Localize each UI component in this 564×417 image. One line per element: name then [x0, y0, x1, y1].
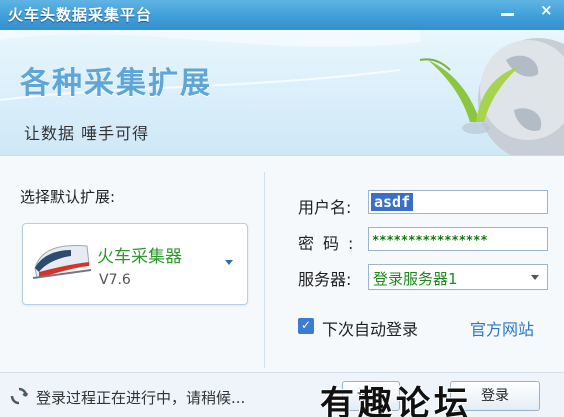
login-window: 火车头数据采集平台 × 各种采集扩展 让数据 唾手可得 选择默认扩展: 火车采集…: [0, 0, 564, 417]
extension-version: V7.6: [99, 272, 131, 288]
banner-divider: [0, 155, 564, 156]
loading-spinner-icon: [10, 387, 28, 405]
default-extension-label: 选择默认扩展:: [20, 188, 116, 206]
check-icon: ✓: [301, 318, 312, 332]
banner-headline: 各种采集扩展: [20, 66, 212, 101]
extension-name: 火车采集器: [97, 247, 182, 267]
server-value: 登录服务器1: [373, 270, 458, 288]
extension-selector[interactable]: 火车采集器 V7.6: [22, 223, 248, 305]
username-input[interactable]: asdf: [368, 190, 548, 214]
close-button[interactable]: ×: [530, 0, 564, 24]
minimize-button[interactable]: [490, 0, 524, 24]
server-label: 服务器:: [298, 270, 352, 289]
chevron-down-icon[interactable]: [225, 260, 233, 265]
train-icon: [32, 245, 92, 279]
title-bar[interactable]: 火车头数据采集平台 ×: [0, 0, 564, 30]
username-label: 用户名:: [298, 198, 352, 217]
status-bar: 登录过程正在进行中，请稍候... 设置 登录: [0, 372, 564, 417]
password-input[interactable]: ****************: [368, 227, 548, 251]
globe-leaf-icon: [419, 38, 564, 155]
close-icon: ×: [540, 1, 553, 19]
official-site-link[interactable]: 官方网站: [470, 316, 534, 340]
status-message: 登录过程正在进行中，请稍候...: [36, 389, 246, 407]
password-mask: ****************: [372, 233, 488, 247]
auto-login-checkbox[interactable]: ✓: [298, 318, 314, 334]
vertical-separator: [264, 172, 265, 368]
chevron-down-icon[interactable]: [531, 275, 539, 280]
banner: 各种采集扩展 让数据 唾手可得: [0, 30, 564, 155]
minimize-icon: [501, 13, 514, 16]
auto-login-label[interactable]: 下次自动登录: [322, 316, 418, 340]
window-title: 火车头数据采集平台: [8, 6, 153, 24]
watermark-text: 有趣论坛: [320, 384, 472, 417]
username-value: asdf: [371, 193, 414, 211]
server-select[interactable]: 登录服务器1: [368, 264, 548, 290]
password-label: 密码:: [298, 234, 363, 253]
banner-slogan: 让数据 唾手可得: [24, 124, 150, 143]
